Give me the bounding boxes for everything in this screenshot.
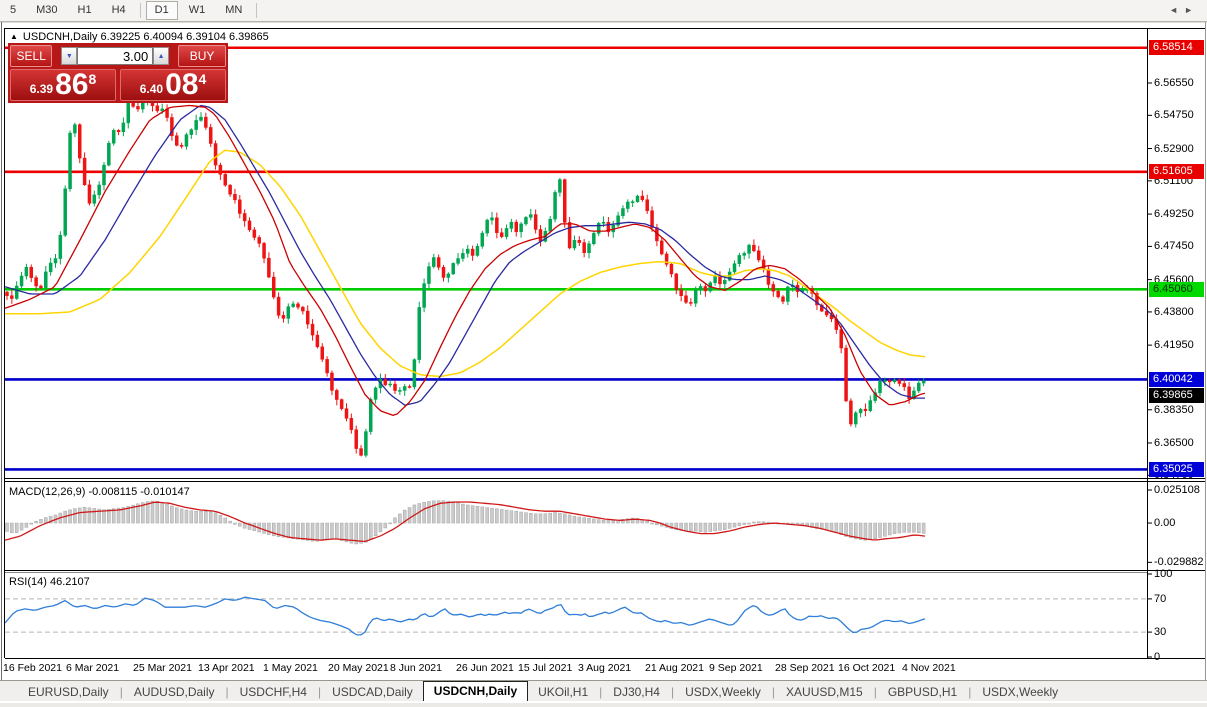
collapse-panel-icon[interactable]: ▲ <box>10 32 18 41</box>
price-tick: 6.56550 <box>1154 77 1194 89</box>
sell-price-box[interactable]: 6.39 86 8 <box>10 69 116 101</box>
rsi-tick: 100 <box>1154 568 1172 580</box>
price-badge-6.35025: 6.35025 <box>1149 462 1204 477</box>
chart-canvas[interactable] <box>0 0 1207 707</box>
date-tick: 26 Jun 2021 <box>456 662 514 674</box>
date-tick: 21 Aug 2021 <box>645 662 704 674</box>
date-tick: 6 Mar 2021 <box>66 662 119 674</box>
date-tick: 28 Sep 2021 <box>775 662 835 674</box>
volume-decrease-button[interactable]: ▼ <box>61 47 77 65</box>
date-tick: 16 Feb 2021 <box>3 662 62 674</box>
price-badge-6.45060: 6.45060 <box>1149 282 1204 297</box>
price-tick: 6.52900 <box>1154 143 1194 155</box>
price-badge-6.58514: 6.58514 <box>1149 40 1204 55</box>
trading-terminal: 5M30H1H4D1W1MN ▲USDCNH,Daily 6.39225 6.4… <box>0 0 1207 707</box>
rsi-tick: 0 <box>1154 651 1160 663</box>
date-tick: 8 Jun 2021 <box>390 662 442 674</box>
sell-button[interactable]: SELL <box>10 45 52 67</box>
price-tick: 6.36500 <box>1154 437 1194 449</box>
sell-price-point: 8 <box>88 71 96 87</box>
macd-tick: 0.00 <box>1154 517 1175 529</box>
date-tick: 25 Mar 2021 <box>133 662 192 674</box>
buy-price-pips: 08 <box>165 71 198 99</box>
rsi-indicator-label: RSI(14) 46.2107 <box>9 576 90 588</box>
price-tick: 6.38350 <box>1154 404 1194 416</box>
date-tick: 1 May 2021 <box>263 662 318 674</box>
buy-price-box[interactable]: 6.40 08 4 <box>120 69 226 101</box>
date-tick: 9 Sep 2021 <box>709 662 763 674</box>
one-click-trading-panel: SELL ▼ ▲ BUY 6.39 86 8 6.40 08 4 <box>8 43 228 103</box>
buy-price-point: 4 <box>198 71 206 87</box>
chart-title: ▲ USDCNH,Daily 6.39225 6.40094 6.39104 6.… <box>10 31 269 43</box>
date-tick: 4 Nov 2021 <box>902 662 956 674</box>
price-tick: 6.41950 <box>1154 339 1194 351</box>
price-badge-6.40042: 6.40042 <box>1149 372 1204 387</box>
sell-price-pips: 86 <box>55 71 88 99</box>
price-tick: 6.54750 <box>1154 109 1194 121</box>
buy-button[interactable]: BUY <box>178 45 226 67</box>
price-badge-6.51605: 6.51605 <box>1149 164 1204 179</box>
price-tick: 6.49250 <box>1154 208 1194 220</box>
date-tick: 3 Aug 2021 <box>578 662 631 674</box>
volume-increase-button[interactable]: ▲ <box>153 47 169 65</box>
volume-input[interactable] <box>77 47 153 65</box>
date-tick: 16 Oct 2021 <box>838 662 895 674</box>
rsi-tick: 30 <box>1154 626 1166 638</box>
price-tick: 6.43800 <box>1154 306 1194 318</box>
date-tick: 20 May 2021 <box>328 662 389 674</box>
date-tick: 13 Apr 2021 <box>198 662 255 674</box>
macd-tick: -0.029882 <box>1154 556 1204 568</box>
macd-indicator-label: MACD(12,26,9) -0.008115 -0.010147 <box>9 486 190 498</box>
date-tick: 15 Jul 2021 <box>518 662 572 674</box>
rsi-tick: 70 <box>1154 593 1166 605</box>
price-badge-6.39865: 6.39865 <box>1149 388 1204 403</box>
chart-title-text: USDCNH,Daily 6.39225 6.40094 6.39104 6.3… <box>23 31 269 43</box>
price-tick: 6.47450 <box>1154 240 1194 252</box>
sell-price-base: 6.39 <box>30 82 53 96</box>
macd-tick: 0.025108 <box>1154 484 1200 496</box>
buy-price-base: 6.40 <box>140 82 163 96</box>
